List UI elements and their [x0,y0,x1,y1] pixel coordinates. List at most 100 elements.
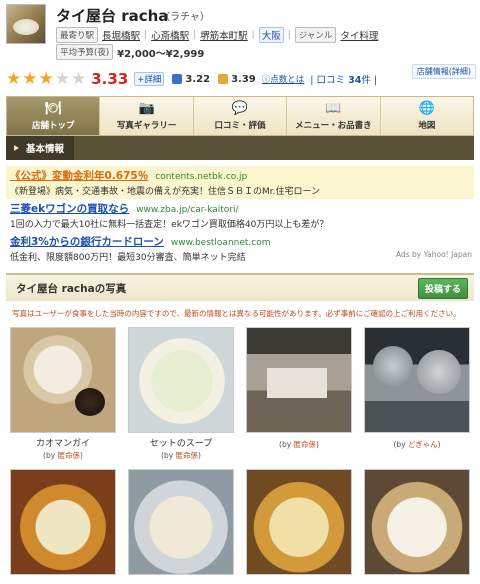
ads-by-label[interactable]: Ads by Yahoo! Japan [396,250,472,259]
nearest-station-tag: 最寄り駅 [56,27,99,43]
photo-thumbnail[interactable] [246,469,352,575]
restaurant-tabs: 🍽 店舗トップ 📷 写真ギャラリー 💬 口コミ・評価 📖 メニュー・お品書き 🌐 地図 [6,96,474,136]
budget-tag: 平均予算(夜) [56,44,114,60]
ad-title-link[interactable]: 《公式》変動金利年0.675％ [10,170,148,182]
station-link-1[interactable]: 長堀橋駅 [102,28,140,42]
star-icon: ★ [38,68,54,89]
restaurant-thumbnail[interactable] [6,4,46,44]
restaurant-kana: （ラチャ） [160,12,210,23]
tab-3[interactable]: 📖 メニュー・お品書き [287,97,381,135]
genre-link[interactable]: タイ料理 [340,28,378,42]
review-label: 口コミ [316,75,346,86]
photo-author-prefix: (by [43,451,58,460]
photos-section-header: タイ屋台 rachaの写真 投稿する [6,273,474,301]
photo-author-suffix: ) [316,440,319,449]
photo-thumbnail[interactable] [364,469,470,575]
separator: | [251,30,255,40]
tab-0[interactable]: 🍽 店舗トップ [7,97,101,135]
photo-thumbnail[interactable] [128,327,234,433]
ad-description: 1回の入力で最大10社に無料一括査定！ekワゴン買取価格40万円以上も差が？ [10,220,329,230]
photo-author-prefix: (by [393,440,408,449]
tab-1[interactable]: 📷 写真ギャラリー [100,97,194,135]
photo-item: カオマンガイ (by 匿命係) [8,327,118,461]
photo-item [126,469,236,575]
separator: | [193,30,197,40]
info-icon: ⓘ [261,75,271,85]
review-count: 34 [348,75,362,86]
ad-title-link[interactable]: 金利3%からの銀行カードローン [10,236,164,248]
star-icon: ★ [6,68,22,89]
ad-url[interactable]: contents.netbk.co.jp [155,172,247,182]
photo-thumbnail[interactable] [128,469,234,575]
star-rating: ★ ★ ★ ★ ★ [6,68,86,89]
tab-4[interactable]: 🌐 地図 [381,97,473,135]
ad-url[interactable]: www.zba.jp/car-kaitori/ [136,205,238,215]
photo-author: (by 匿命係) [126,450,236,461]
photo-item: (by どぎゃん) [362,327,472,450]
photos-section-title: タイ屋台 rachaの写真 [16,282,127,295]
station-link-2[interactable]: 心斎橋駅 [151,28,189,42]
points-about-label: 点数とは [270,75,305,85]
ad-item: 金利3%からの銀行カードローン www.bestloannet.com 低金利、… [6,232,474,265]
points-about-link[interactable]: ⓘ点数とは [262,73,305,85]
genre-tag: ジャンル [294,27,337,43]
photo-item [8,469,118,575]
camera-icon: 📷 [138,100,155,116]
rating-score: 3.33 [91,70,129,88]
restaurant-header: タイ屋台 racha （ラチャ） 最寄り駅 長堀橋駅 | 心斎橋駅 | 堺筋本町… [0,0,480,66]
fork-knife-icon: 🍽 [44,100,62,116]
book-icon: 📖 [325,100,342,116]
ad-title-link[interactable]: 三菱ekワゴンの買取なら [10,203,129,215]
star-icon: ★ [22,68,38,89]
subtab-bar: 基本情報 [6,136,474,160]
photo-item [244,469,354,575]
separator: | [287,30,291,40]
subtab-basic-info[interactable]: 基本情報 [6,136,75,160]
photo-caption[interactable]: カオマンガイ [8,436,118,449]
photo-author-link[interactable]: どぎゃん [408,440,438,449]
lunch-rating-icon [218,74,229,84]
photo-item [362,469,472,575]
photo-thumbnail[interactable] [10,469,116,575]
separator: | [144,30,148,40]
photo-author-prefix: (by [279,440,294,449]
ad-description: 《新登場》病気・交通事故・地震の備えが充実！住信ＳＢＩのMr.住宅ローン [10,187,321,197]
tab-2[interactable]: 💬 口コミ・評価 [194,97,288,135]
lunch-score: 3.39 [231,73,256,85]
budget-value: ¥2,000～¥2,999 [117,48,205,60]
area-link[interactable]: 大阪 [258,27,284,43]
restaurant-name: タイ屋台 racha [56,7,169,25]
tab-label: 地図 [418,120,436,131]
photo-author-suffix: ) [80,451,83,460]
ad-url[interactable]: www.bestloannet.com [171,238,271,248]
photo-author-suffix: ) [437,440,441,449]
post-photo-button[interactable]: 投稿する [417,277,468,299]
photo-item: (by 匿命係) [244,327,354,450]
ad-item: 《公式》変動金利年0.675％ contents.netbk.co.jp 《新登… [6,166,474,199]
speech-bubble-icon: 💬 [231,100,249,116]
photo-item: セットのスープ (by 匿命係) [126,327,236,461]
tab-label: メニュー・お品書き [295,120,372,131]
photo-thumbnail[interactable] [364,327,470,433]
rating-detail-link[interactable]: +詳細 [134,72,165,86]
photo-author-link[interactable]: 匿命係 [176,451,199,460]
review-count-link[interactable]: | 口コミ 34件 | [310,72,377,86]
night-score: 3.22 [185,73,211,85]
station-link-3[interactable]: 堺筋本町駅 [200,28,248,42]
photo-author-suffix: ) [198,451,201,460]
photo-thumbnail[interactable] [10,327,116,433]
photo-author-link[interactable]: 匿命係 [294,440,317,449]
review-unit: 件 [361,75,371,86]
photo-author-link[interactable]: 匿命係 [58,451,81,460]
star-icon: ★ [54,68,70,89]
photo-thumbnail[interactable] [246,327,352,433]
location-row: 最寄り駅 長堀橋駅 | 心斎橋駅 | 堺筋本町駅 | 大阪 | ジャンル タイ料… [56,27,378,43]
photo-caption[interactable]: セットのスープ [126,436,236,449]
photos-note: 写真はユーザーが食事をした当時の内容ですので、最新の情報とは異なる可能性がありま… [12,309,461,318]
tab-label: 口コミ・評価 [214,120,266,131]
tab-label: 店舗トップ [31,120,75,131]
globe-icon: 🌐 [418,100,435,116]
ad-item: 三菱ekワゴンの買取なら www.zba.jp/car-kaitori/ 1回の… [6,199,474,232]
night-rating-icon [172,74,183,84]
budget-row: 平均予算(夜) ¥2,000～¥2,999 [56,44,204,60]
